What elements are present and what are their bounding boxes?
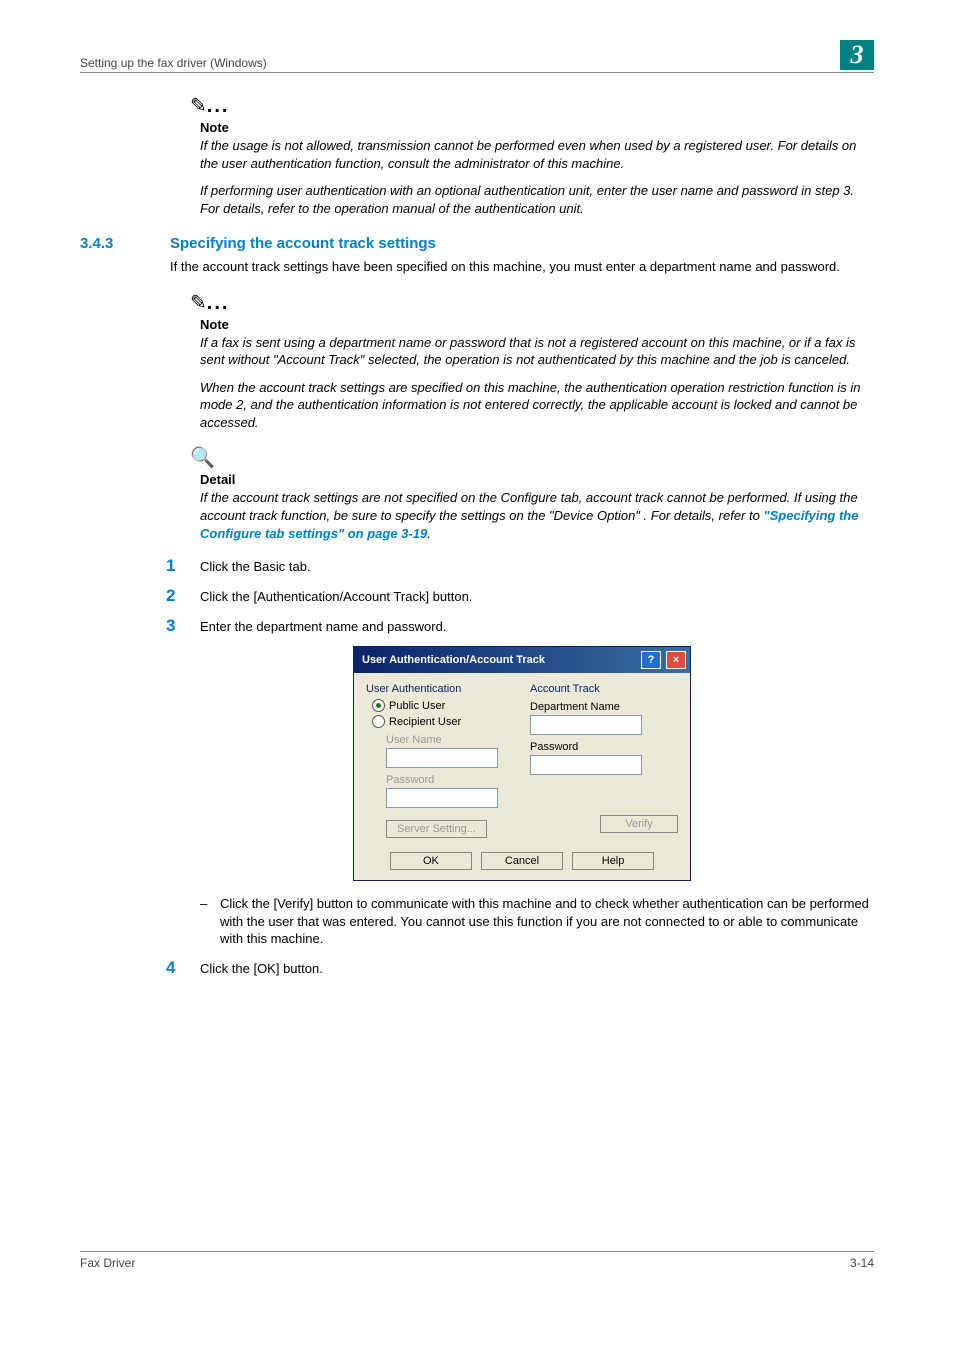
detail-pre: If the account track settings are not sp…	[200, 490, 858, 523]
step-2-text: Click the [Authentication/Account Track]…	[200, 589, 472, 604]
password-label-right: Password	[530, 741, 678, 753]
username-label: User Name	[386, 734, 514, 746]
password-input-left[interactable]	[386, 788, 498, 808]
step-4-text: Click the [OK] button.	[200, 961, 323, 976]
footer-left: Fax Driver	[80, 1256, 135, 1270]
detail-post: .	[427, 526, 431, 541]
cancel-button[interactable]: Cancel	[481, 852, 563, 870]
account-track-heading: Account Track	[530, 683, 678, 695]
note-icon: ✎...	[190, 290, 874, 315]
chapter-badge: 3	[840, 40, 874, 70]
close-icon[interactable]: ×	[666, 651, 686, 669]
ok-button[interactable]: OK	[390, 852, 472, 870]
section-title: Specifying the account track settings	[170, 235, 436, 252]
note-label: Note	[200, 120, 874, 135]
note1-p1: If the usage is not allowed, transmissio…	[200, 137, 874, 172]
recipient-user-radio[interactable]	[372, 715, 385, 728]
step-number-4: 4	[166, 958, 200, 978]
dash-bullet: –	[200, 895, 220, 948]
section-number: 3.4.3	[80, 235, 170, 252]
note2-p1: If a fax is sent using a department name…	[200, 334, 874, 369]
note2-p2: When the account track settings are spec…	[200, 379, 874, 432]
section-intro: If the account track settings have been …	[170, 258, 874, 276]
header-left: Setting up the fax driver (Windows)	[80, 56, 267, 70]
help-icon[interactable]: ?	[641, 651, 661, 669]
password-label-left: Password	[386, 774, 514, 786]
step-3-text: Enter the department name and password.	[200, 619, 446, 634]
note-icon: ✎...	[190, 93, 874, 118]
step-1-text: Click the Basic tab.	[200, 559, 311, 574]
detail-label: Detail	[200, 472, 874, 487]
step-number-3: 3	[166, 616, 200, 636]
footer-right: 3-14	[850, 1256, 874, 1270]
dept-name-input[interactable]	[530, 715, 642, 735]
note1-p2: If performing user authentication with a…	[200, 182, 874, 217]
recipient-user-label: Recipient User	[389, 716, 461, 728]
dept-name-label: Department Name	[530, 701, 678, 713]
public-user-radio[interactable]	[372, 699, 385, 712]
step-number-2: 2	[166, 586, 200, 606]
dialog-title-text: User Authentication/Account Track	[362, 654, 545, 666]
help-button[interactable]: Help	[572, 852, 654, 870]
note-label: Note	[200, 317, 874, 332]
public-user-label: Public User	[389, 700, 445, 712]
server-setting-button[interactable]: Server Setting...	[386, 820, 487, 838]
verify-button[interactable]: Verify	[600, 815, 678, 833]
magnify-icon: 🔍	[190, 445, 874, 470]
step3-sub: Click the [Verify] button to communicate…	[220, 895, 874, 948]
auth-dialog: User Authentication/Account Track ? × Us…	[353, 646, 691, 881]
user-auth-heading: User Authentication	[366, 683, 514, 695]
username-input[interactable]	[386, 748, 498, 768]
detail-text: If the account track settings are not sp…	[200, 489, 874, 542]
step-number-1: 1	[166, 556, 200, 576]
password-input-right[interactable]	[530, 755, 642, 775]
